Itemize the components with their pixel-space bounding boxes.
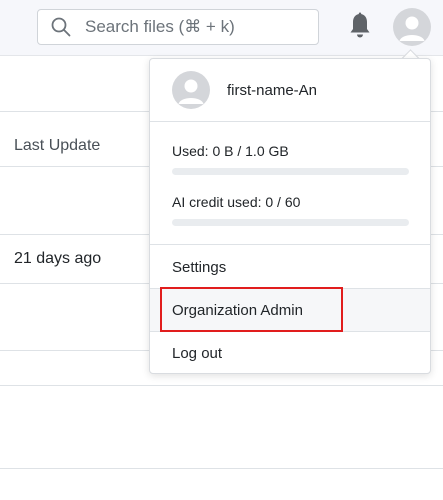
menu-item-label: Log out [172,344,223,362]
user-profile-header: first-name-An [150,59,430,121]
table-row-divider [0,468,443,469]
search-placeholder: Search files (⌘ + k) [85,17,235,36]
top-bar: Search files (⌘ + k) [0,0,443,56]
menu-item-label: Settings [172,258,227,276]
user-avatar-button[interactable] [393,8,431,46]
ai-credit-label: AI credit used: 0 / 60 [172,194,301,210]
avatar [172,71,210,109]
table-row-divider [0,385,443,386]
menu-divider [150,244,430,245]
storage-usage-label: Used: 0 B / 1.0 GB [172,143,289,159]
user-avatar-icon [178,79,204,104]
menu-item-settings[interactable]: Settings [150,246,430,288]
ai-credit-bar [172,219,409,226]
highlight-box [160,287,343,332]
bell-icon[interactable] [348,12,372,40]
user-avatar-icon [399,16,425,41]
menu-item-log-out[interactable]: Log out [150,332,430,374]
search-bar[interactable]: Search files (⌘ + k) [37,9,319,45]
search-icon [51,17,71,37]
table-cell-last-update: 21 days ago [14,250,102,267]
column-header-last-update[interactable]: Last Update [14,137,100,155]
menu-divider [150,121,430,122]
user-name: first-name-An [227,81,318,99]
storage-usage-bar [172,168,409,175]
